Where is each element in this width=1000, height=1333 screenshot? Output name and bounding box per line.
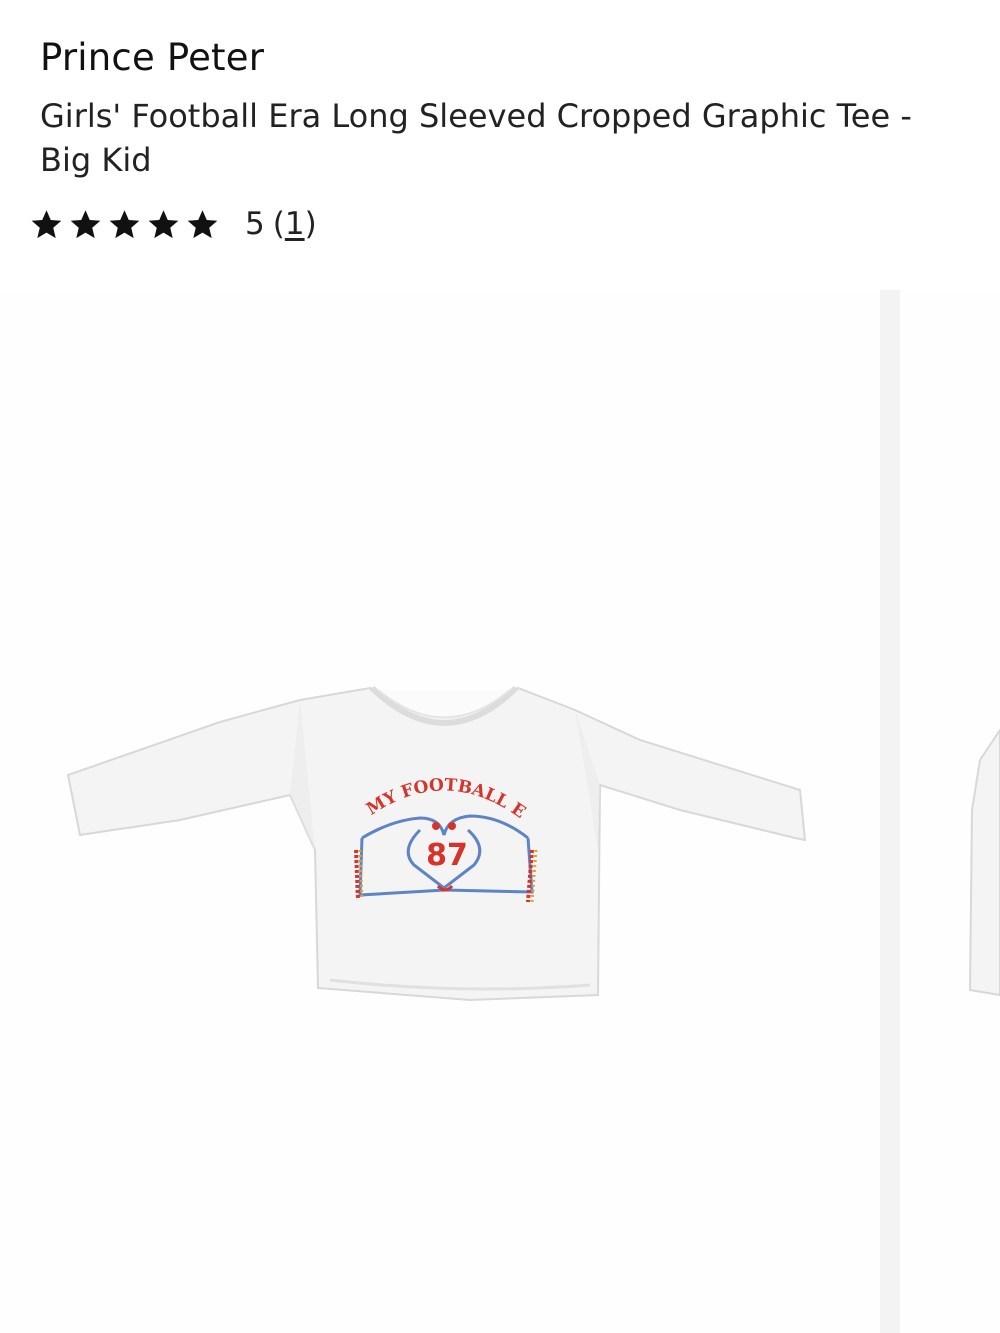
carousel-divider xyxy=(880,290,900,1333)
star-icon xyxy=(109,209,140,238)
review-count-open: ( xyxy=(272,206,285,242)
star-icon xyxy=(148,209,179,238)
product-image-main[interactable]: IN MY FOOTBALL ERA 87 xyxy=(0,290,880,1333)
product-image-next[interactable] xyxy=(900,290,1000,1333)
rating-value: 5 xyxy=(245,206,265,242)
review-count-close: ) xyxy=(304,206,317,242)
star-icon xyxy=(31,209,62,238)
review-count-number: 1 xyxy=(284,206,305,242)
star-icon xyxy=(187,209,218,238)
product-image-carousel[interactable]: IN MY FOOTBALL ERA 87 xyxy=(0,290,1000,1333)
star-icon xyxy=(70,209,101,238)
brand-link[interactable]: Prince Peter xyxy=(40,36,264,79)
shirt-illustration-partial xyxy=(968,728,1000,997)
review-count-link[interactable]: (1) xyxy=(273,206,317,242)
shirt-illustration: IN MY FOOTBALL ERA 87 xyxy=(0,290,807,1002)
rating-summary: 5 (1) xyxy=(30,206,317,242)
star-rating[interactable] xyxy=(30,208,219,241)
graphic-number: 87 xyxy=(426,838,468,873)
product-title: Girls' Football Era Long Sleeved Cropped… xyxy=(40,97,912,179)
